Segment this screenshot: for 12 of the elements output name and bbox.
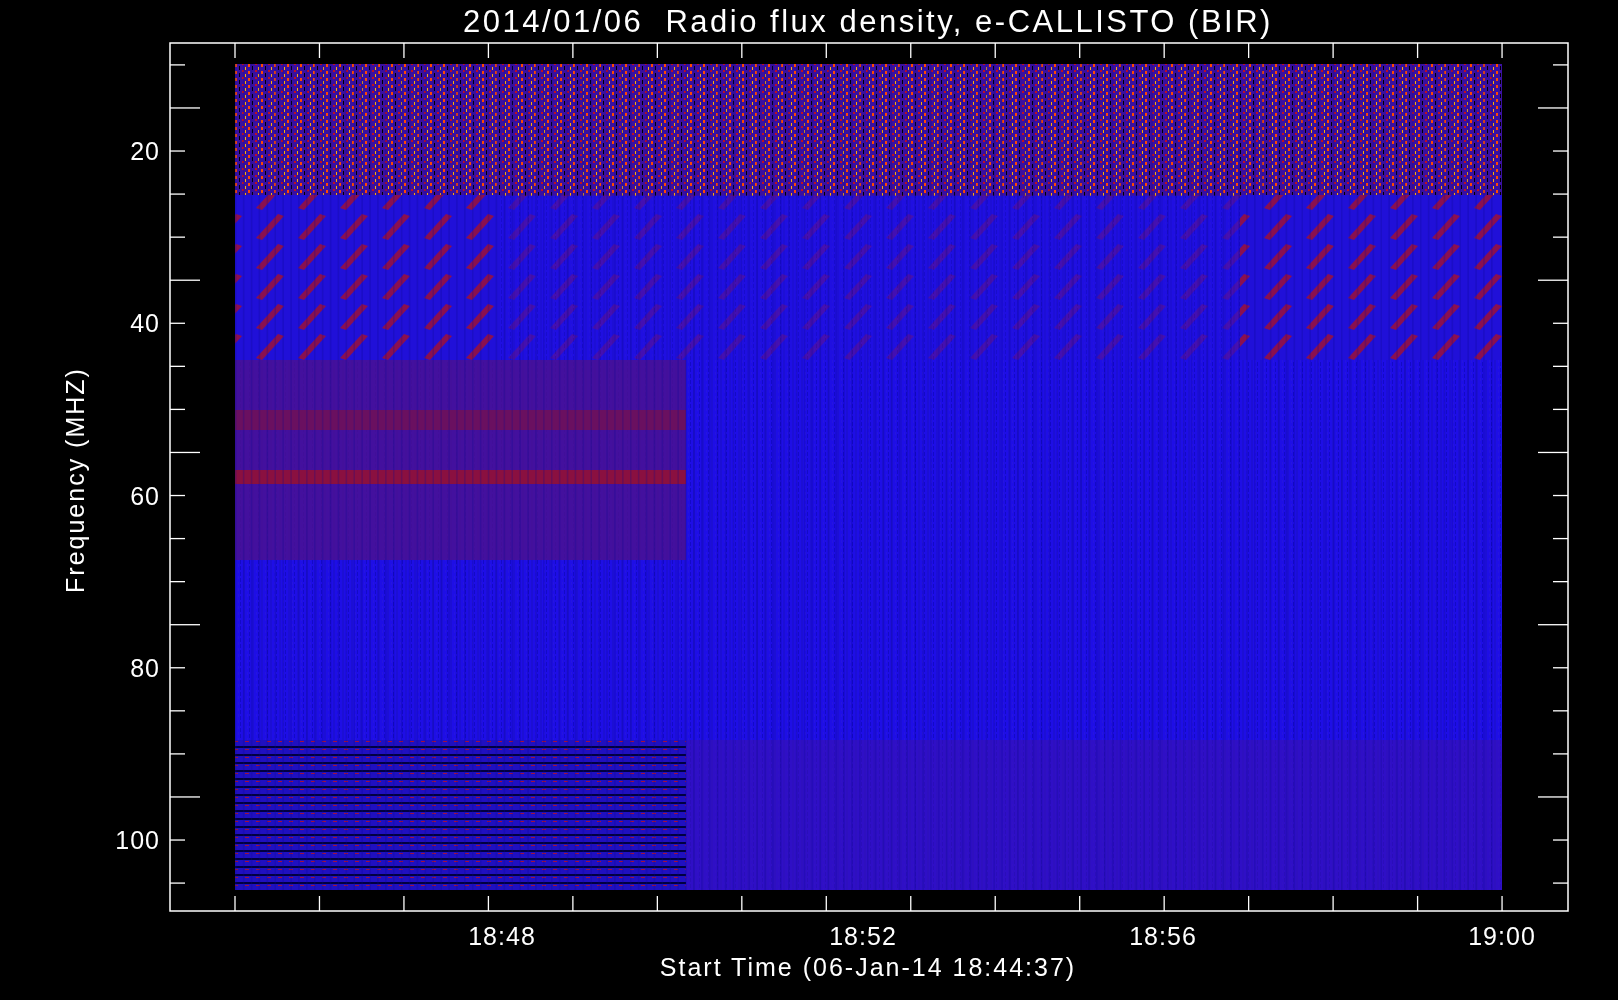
y-tick-label: 80 bbox=[130, 653, 160, 682]
x-tick-label: 18:56 bbox=[1129, 922, 1197, 950]
x-axis-label: Start Time (06-Jan-14 18:44:37) bbox=[659, 953, 1077, 981]
x-tick-label: 19:00 bbox=[1468, 922, 1536, 950]
y-tick-label: 100 bbox=[115, 826, 160, 854]
x-tick-label: 18:52 bbox=[829, 922, 897, 950]
y-tick-label: 60 bbox=[130, 481, 160, 510]
x-tick-label: 18:48 bbox=[468, 922, 536, 950]
y-tick-label: 40 bbox=[130, 309, 160, 338]
y-tick-label: 20 bbox=[130, 137, 160, 165]
plot-title: 2014/01/06 Radio flux density, e-CALLISTO (BIR) bbox=[463, 4, 1273, 39]
y-axis-label: Frequency (MHZ) bbox=[61, 367, 89, 593]
